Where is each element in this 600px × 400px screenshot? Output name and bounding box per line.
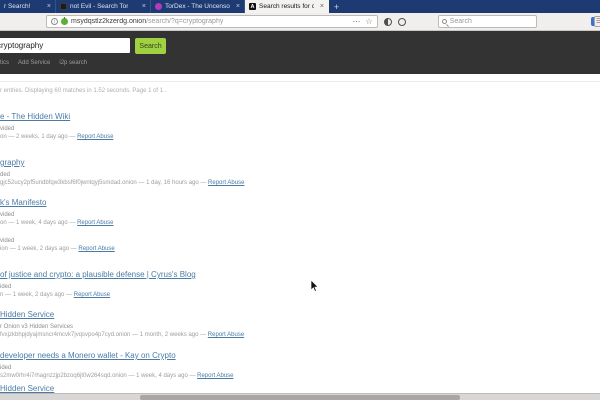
url-path: /search/?q=cryptography [146,18,223,25]
tab-label: r Search! [4,3,30,10]
result-url: on [0,220,7,226]
url-bar[interactable]: i msydqstlz2kzerdg.onion/search/?q=crypt… [46,15,378,28]
report-abuse-link[interactable]: Report Abuse [77,134,113,140]
horizontal-scrollbar-thumb[interactable] [140,395,460,400]
header-divider [0,81,600,82]
tab-close-icon[interactable]: × [139,3,146,10]
tordex-favicon-icon [155,3,162,10]
tab-tordex[interactable]: TorDex - The Uncensored Tor Se × [151,0,245,13]
browser-search-input[interactable] [450,18,530,25]
result-url: n [0,292,3,298]
result-url: fvxjzkbhpjdyajmsncr4mcvk7jvqsvpo4p7cyd.o… [0,332,130,338]
result-description: ided [0,284,196,290]
url-text: msydqstlz2kzerdg.onion/search/?q=cryptog… [71,18,223,25]
tab-not-evil[interactable]: not Evil - Search Tor × [56,0,151,13]
toolbar-buttons [384,18,406,26]
search-result: k's Manifesto vided on — 1 week, 4 days … [0,198,113,226]
tab-tor-search[interactable]: r Search! × [0,0,56,13]
query-input[interactable] [0,38,130,53]
site-header: Search tics Add Service i2p search [0,31,600,74]
navigation-toolbar: i msydqstlz2kzerdg.onion/search/?q=crypt… [0,13,600,31]
result-title-link[interactable]: developer needs a Monero wallet - Kay on… [0,351,234,360]
result-description: vided [0,212,113,218]
result-age: 1 week, 2 days ago [17,246,69,252]
result-title-link[interactable]: Hidden Service [0,384,54,393]
result-description: ded [0,172,244,178]
result-meta: fvxjzkbhpjdyajmsncr4mcvk7jvqsvpo4p7cyd.o… [0,332,244,338]
site-info-icon[interactable]: i [51,18,58,25]
browser-search-box[interactable] [438,15,537,28]
search-icon [442,19,447,24]
result-meta: ion — 1 week, 2 days ago — Report Abuse [0,246,115,252]
tab-close-icon[interactable]: × [44,3,51,10]
result-age: 1 week, 2 days ago [13,292,65,298]
report-abuse-link[interactable]: Report Abuse [197,373,233,379]
search-result: Hidden Service [0,384,54,393]
result-title-link[interactable]: e - The Hidden Wiki [0,112,113,121]
notevil-favicon-icon [60,3,67,10]
result-description: r Onion v3 Hidden Services [0,324,244,330]
report-abuse-link[interactable]: Report Abuse [74,292,110,298]
search-button[interactable]: Search [135,38,166,54]
page-actions-icon[interactable]: ⋯ [353,17,361,26]
header-link-add-service[interactable]: Add Service [18,60,50,66]
result-meta: gjc52ucy2pf5undbfqw3kbsf6f0jwntqyj5smdad… [0,180,244,186]
search-result: of justice and crypto: a plausible defen… [0,270,196,298]
tab-label: not Evil - Search Tor [70,3,128,10]
search-result: graphy ded gjc52ucy2pf5undbfqw3kbsf6f0jw… [0,158,244,186]
result-meta: on — 2 weeks, 1 day ago — Report Abuse [0,134,113,140]
result-url: gjc52ucy2pf5undbfqw3kbsf6f0jwntqyj5smdad… [0,180,137,186]
report-abuse-link[interactable]: Report Abuse [208,180,244,186]
tab-search-results-active[interactable]: A Search results for cryptography × [245,0,329,13]
result-age: 1 month, 2 weeks ago [140,332,199,338]
tab-close-icon[interactable]: × [233,3,240,10]
result-url: on [0,134,7,140]
tab-close-icon[interactable]: × [317,3,324,10]
result-title-link[interactable]: graphy [0,158,244,167]
url-host: msydqstlz2kzerdg.onion [71,18,146,25]
search-result: e - The Hidden Wiki vided on — 2 weeks, … [0,112,113,140]
report-abuse-link[interactable]: Report Abuse [77,220,113,226]
result-description: ided [0,365,234,371]
circle-outline-icon[interactable] [398,18,406,26]
result-url: ion [0,246,8,252]
tab-label: Search results for cryptography [259,3,314,10]
result-age: 1 day, 16 hours ago [146,180,199,186]
search-result: Hidden Service r Onion v3 Hidden Service… [0,310,244,338]
horizontal-scrollbar[interactable] [0,393,600,400]
header-links: tics Add Service i2p search [0,60,87,66]
result-title-link[interactable]: Hidden Service [0,310,244,319]
result-meta: s2mw0rhr4i7rhagnzzjp2bzoq6jt0w264sqd.oni… [0,373,234,379]
result-title-link[interactable]: of justice and crypto: a plausible defen… [0,270,196,279]
onion-circuit-icon[interactable] [61,18,68,25]
header-link-i2p-search[interactable]: i2p search [59,60,87,66]
ahmia-favicon-icon: A [249,3,256,10]
header-link-statistics[interactable]: tics [0,60,9,66]
tab-label: TorDex - The Uncensored Tor Se [165,3,230,10]
report-abuse-link[interactable]: Report Abuse [78,246,114,252]
bookmark-star-icon[interactable]: ☆ [366,17,373,26]
results-stats-line: r entries. Displaying 60 matches in 1.52… [0,88,166,94]
mouse-cursor [310,280,319,293]
result-title-link[interactable]: k's Manifesto [0,198,113,207]
search-result: developer needs a Monero wallet - Kay on… [0,351,234,379]
result-age: 2 weeks, 1 day ago [16,134,68,140]
result-age: 1 week, 4 days ago [16,220,68,226]
result-meta: on — 1 week, 4 days ago — Report Abuse [0,220,113,226]
result-meta: n — 1 week, 2 days ago — Report Abuse [0,292,196,298]
result-url: s2mw0rhr4i7rhagnzzjp2bzoq6jt0w264sqd.oni… [0,373,127,379]
report-abuse-link[interactable]: Report Abuse [208,332,244,338]
search-result: vided ion — 1 week, 2 days ago — Report … [0,238,115,252]
half-circle-icon[interactable] [384,18,392,26]
menu-icon[interactable]: ☰ [594,16,600,27]
result-description: vided [0,238,115,244]
new-tab-button[interactable]: + [329,0,344,13]
result-age: 1 week, 4 days ago [136,373,188,379]
tab-bar: r Search! × not Evil - Search Tor × TorD… [0,0,600,13]
result-description: vided [0,126,113,132]
